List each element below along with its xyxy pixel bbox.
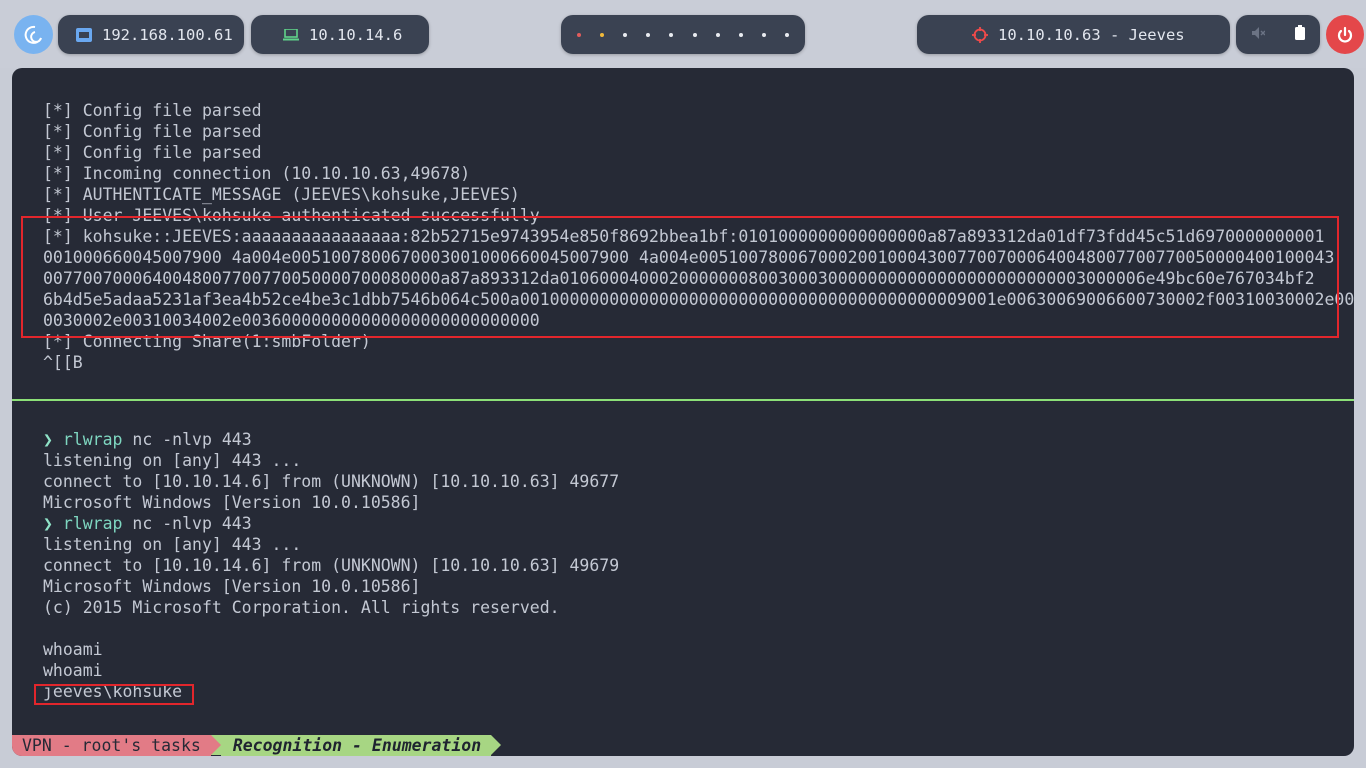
local-ip-label: 192.168.100.61 [102, 25, 233, 44]
output-line [43, 618, 619, 639]
workspace-dot-8[interactable] [738, 32, 743, 37]
output-line: Microsoft Windows [Version 10.0.10586] [43, 493, 421, 512]
tmux-status-bar: VPN - root's tasks Recognition - Enumera… [12, 735, 502, 756]
workspace-dot-7[interactable] [715, 32, 720, 37]
hash-highlight-box [21, 216, 1339, 338]
target-widget[interactable]: 10.10.10.63 - Jeeves [917, 15, 1230, 54]
separator-arrow [491, 735, 502, 755]
pane-bottom-output: ❯ rlwrap nc -nlvp 443 listening on [any]… [43, 429, 619, 702]
output-line: connect to [10.10.14.6] from (UNKNOWN) [… [43, 472, 620, 491]
output-line: whoami [43, 640, 103, 659]
vpn-ip-label: 10.10.14.6 [309, 25, 403, 44]
whoami-highlight-box [34, 684, 194, 705]
window-tab-active[interactable]: Recognition - Enumeration [220, 735, 492, 756]
terminal-window[interactable]: [*] Config file parsed [*] Config file p… [12, 68, 1354, 756]
output-line: [*] Config file parsed [43, 122, 262, 141]
output-line: (c) 2015 Microsoft Corporation. All righ… [43, 598, 560, 617]
workspace-dot-9[interactable] [762, 32, 767, 37]
pane-divider[interactable] [12, 399, 1354, 401]
power-icon[interactable] [1326, 15, 1364, 54]
output-line: listening on [any] 443 ... [43, 535, 302, 554]
crosshair-icon [972, 26, 988, 43]
workspace-dot-5[interactable] [669, 32, 674, 37]
output-line: connect to [10.10.14.6] from (UNKNOWN) [… [43, 556, 620, 575]
output-line: listening on [any] 443 ... [43, 451, 302, 470]
prompt-line: ❯ rlwrap nc -nlvp 443 [43, 513, 619, 534]
prompt-symbol: ❯ [43, 430, 53, 449]
output-line: [*] Config file parsed [43, 101, 262, 120]
output-line: whoami [43, 661, 103, 680]
workspace-dot-1[interactable] [576, 32, 581, 37]
debian-swirl-icon[interactable] [14, 15, 53, 54]
output-line: [*] Config file parsed [43, 143, 262, 162]
laptop-icon [283, 28, 299, 41]
workspace-dot-2[interactable] [599, 32, 604, 37]
prompt-symbol: ❯ [43, 514, 53, 533]
command-text: rlwrap nc -nlvp 443 [62, 514, 252, 533]
output-line: ^[[B [43, 353, 83, 372]
volume-muted-icon[interactable] [1251, 26, 1266, 44]
output-line: Microsoft Windows [Version 10.0.10586] [43, 577, 421, 596]
workspace-dot-6[interactable] [692, 32, 697, 37]
command-text: rlwrap nc -nlvp 443 [62, 430, 252, 449]
output-line: [*] Incoming connection (10.10.10.63,496… [43, 164, 471, 183]
vpn-ip-widget[interactable]: 10.10.14.6 [251, 15, 429, 54]
output-line: [*] AUTHENTICATE_MESSAGE (JEEVES\kohsuke… [43, 185, 520, 204]
target-label: 10.10.10.63 - Jeeves [998, 25, 1185, 44]
battery-icon[interactable] [1295, 25, 1305, 44]
workspace-dot-10[interactable] [785, 32, 790, 37]
workspace-dot-3[interactable] [622, 32, 627, 37]
system-tray [1236, 15, 1320, 54]
workspace-dot-4[interactable] [646, 32, 651, 37]
top-bar: 192.168.100.61 10.10.14.6 10.10.10.63 - … [0, 0, 1366, 68]
session-tab[interactable]: VPN - root's tasks [12, 735, 211, 756]
network-icon [76, 27, 92, 42]
terminal-pane-top[interactable]: [*] Config file parsed [*] Config file p… [12, 68, 1354, 400]
workspaces[interactable] [561, 15, 805, 54]
separator-arrow [210, 735, 221, 755]
prompt-line: ❯ rlwrap nc -nlvp 443 [43, 429, 619, 450]
local-ip-widget[interactable]: 192.168.100.61 [58, 15, 244, 54]
